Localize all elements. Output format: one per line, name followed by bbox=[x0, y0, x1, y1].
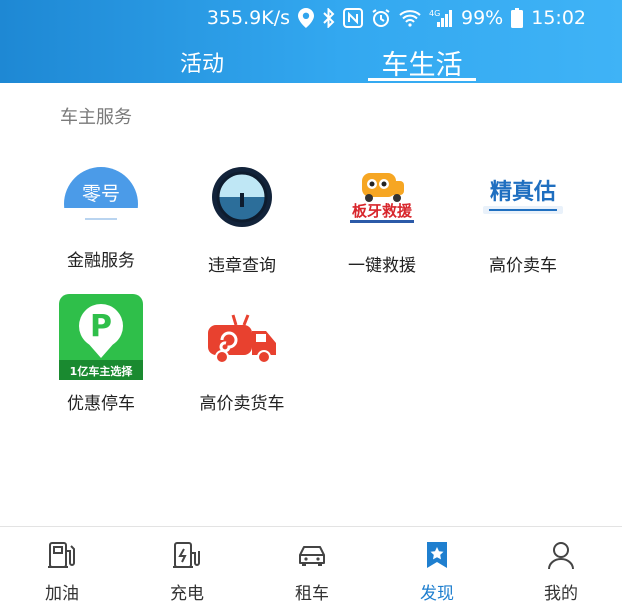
bottom-navigation: 加油 充电 租车 发现 我的 bbox=[0, 526, 622, 606]
network-type: 4G bbox=[429, 9, 440, 18]
rescue-logo-text: 板牙救援 bbox=[352, 202, 413, 220]
zero-logo-text: 零号 bbox=[82, 183, 120, 205]
location-icon bbox=[298, 8, 314, 28]
tab-car-life[interactable]: 车生活 bbox=[368, 42, 476, 82]
nav-fuel[interactable]: 加油 bbox=[12, 527, 112, 606]
service-label: 金融服务 bbox=[67, 251, 135, 271]
violation-query-icon bbox=[172, 162, 312, 232]
truck-icon bbox=[172, 301, 312, 373]
nfc-icon bbox=[343, 8, 363, 28]
nav-discover[interactable]: 发现 bbox=[387, 527, 487, 606]
nav-rent-car[interactable]: 租车 bbox=[262, 527, 362, 606]
zero-logo-icon: 零号 bbox=[31, 162, 171, 246]
top-tabs: 活动 车生活 bbox=[0, 42, 622, 82]
service-label: 违章查询 bbox=[208, 256, 276, 276]
nav-label: 我的 bbox=[544, 584, 578, 604]
service-finance[interactable]: 零号 金融服务 bbox=[31, 162, 171, 294]
service-label: 高价卖货车 bbox=[199, 394, 285, 414]
clock: 15:02 bbox=[531, 7, 586, 29]
wifi-icon bbox=[399, 9, 421, 27]
service-violation-query[interactable]: 违章查询 bbox=[172, 162, 312, 294]
service-parking[interactable]: P 1亿车主选择 优惠停车 bbox=[31, 293, 171, 425]
tab-activity[interactable]: 活动 bbox=[150, 42, 254, 82]
service-label: 高价卖车 bbox=[489, 256, 557, 276]
bluetooth-icon bbox=[322, 8, 335, 28]
signal-icon: 4G bbox=[429, 8, 453, 28]
app-header: 355.9K/s 4G 99% 15:02 活动 车生活 bbox=[0, 0, 622, 83]
nav-label: 发现 bbox=[420, 584, 454, 604]
service-sell-car[interactable]: 精真估 高价卖车 bbox=[453, 162, 593, 294]
nav-charge[interactable]: 充电 bbox=[137, 527, 237, 606]
active-tab-indicator bbox=[368, 78, 476, 81]
jingzhengu-logo-text: 精真估 bbox=[490, 179, 556, 205]
battery-percent: 99% bbox=[461, 7, 504, 29]
nav-label: 加油 bbox=[45, 584, 79, 604]
charger-icon bbox=[173, 542, 200, 568]
nav-label: 租车 bbox=[295, 584, 329, 604]
status-bar: 355.9K/s 4G 99% 15:02 bbox=[207, 0, 622, 36]
service-sell-truck[interactable]: 高价卖货车 bbox=[172, 293, 312, 425]
profile-icon bbox=[548, 542, 574, 570]
discover-bookmark-icon bbox=[427, 542, 447, 568]
nav-label: 充电 bbox=[170, 584, 204, 604]
banya-rescue-icon: 板牙救援 bbox=[312, 162, 452, 234]
network-speed: 355.9K/s bbox=[206, 7, 290, 29]
nav-mine[interactable]: 我的 bbox=[511, 527, 611, 606]
section-title: 车主服务 bbox=[60, 107, 132, 128]
car-icon bbox=[299, 546, 325, 566]
jingzhengu-icon: 精真估 bbox=[453, 162, 593, 234]
service-label: 优惠停车 bbox=[67, 394, 135, 414]
fuel-pump-icon bbox=[48, 542, 75, 568]
alarm-icon bbox=[371, 8, 391, 28]
parking-logo-text: 1亿车主选择 bbox=[70, 364, 134, 378]
parking-icon: P 1亿车主选择 bbox=[31, 293, 171, 381]
svg-text:P: P bbox=[90, 309, 112, 344]
service-label: 一键救援 bbox=[348, 256, 416, 276]
service-rescue[interactable]: 板牙救援 一键救援 bbox=[312, 162, 452, 294]
battery-icon bbox=[511, 8, 524, 28]
